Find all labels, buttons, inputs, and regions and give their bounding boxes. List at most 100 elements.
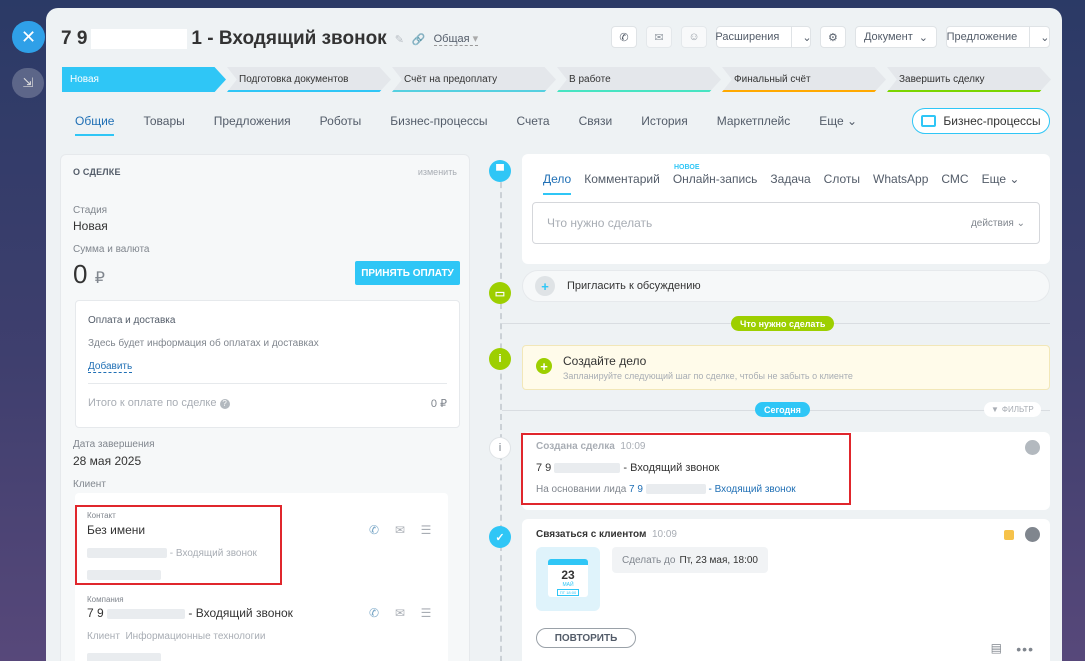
- create-task-subtitle: Запланируйте следующий шаг по сделке, чт…: [563, 371, 853, 381]
- avatar[interactable]: [1025, 440, 1040, 455]
- stage-value: Новая: [73, 219, 108, 233]
- stage-in-progress[interactable]: В работе: [557, 67, 721, 92]
- redacted-number: [91, 29, 188, 49]
- timeline-line: [500, 172, 502, 661]
- tab-history[interactable]: История: [641, 114, 688, 128]
- add-payment-link[interactable]: Добавить: [88, 361, 133, 373]
- editor-tab-more[interactable]: Еще ⌄: [982, 172, 1020, 186]
- client-label: Клиент: [73, 479, 106, 490]
- tab-offers[interactable]: Предложения: [214, 114, 291, 128]
- today-pill: Сегодня: [755, 402, 810, 417]
- close-slider-button[interactable]: ✕: [12, 21, 45, 53]
- tab-robots[interactable]: Роботы: [320, 114, 362, 128]
- deal-window: 7 9 1 - Входящий звонок ✎ 🔗 Общая ✆ ✉ ☺ …: [46, 8, 1062, 661]
- chat-icon[interactable]: ☰: [419, 523, 433, 537]
- about-deal-header: О СДЕЛКЕ: [73, 167, 121, 177]
- phone-icon: ✆: [619, 31, 629, 44]
- chevron-down-icon: ⌄: [1009, 172, 1020, 186]
- company-label: Компания: [87, 595, 124, 604]
- offer-dropdown[interactable]: Предложение ⌄: [946, 26, 1050, 48]
- company-type: Клиент Информационные технологии: [87, 631, 266, 642]
- tab-more[interactable]: Еще ⌄: [819, 114, 857, 128]
- timeline-info-icon: i: [489, 437, 511, 459]
- repeat-button[interactable]: ПОВТОРИТЬ: [536, 628, 636, 648]
- mail-icon[interactable]: ✉: [393, 606, 407, 620]
- total-label: Итого к оплате по сделке ?: [88, 397, 230, 409]
- accept-payment-button[interactable]: ПРИНЯТЬ ОПЛАТУ: [355, 261, 460, 285]
- avatar[interactable]: [1025, 527, 1040, 542]
- filter-button[interactable]: ▼ ФИЛЬТР: [984, 402, 1041, 417]
- stage-doc-prep[interactable]: Подготовка документов: [227, 67, 391, 92]
- tab-products[interactable]: Товары: [143, 114, 184, 128]
- task-input[interactable]: Что нужно сделать действия ⌄: [532, 202, 1040, 244]
- chat-button[interactable]: ☺: [680, 26, 707, 48]
- chat-icon: ☺: [688, 31, 700, 43]
- deadline-field[interactable]: Сделать до Пт, 23 мая, 18:00: [612, 547, 768, 573]
- editor-tab-todo[interactable]: Задача: [770, 172, 810, 186]
- settings-button[interactable]: ⚙: [819, 26, 846, 48]
- editor-tab-comment[interactable]: Комментарий: [584, 172, 660, 186]
- link-icon[interactable]: 🔗: [412, 33, 426, 46]
- todo-pill: Что нужно сделать: [731, 316, 835, 331]
- tab-marketplace[interactable]: Маркетплейс: [717, 114, 791, 128]
- timeline-comment-icon: ▭: [489, 282, 511, 304]
- close-date-value: 28 мая 2025: [73, 454, 142, 468]
- timeline-check-icon: ✓: [489, 526, 511, 548]
- chevron-down-icon: ⌄: [918, 31, 928, 44]
- tab-invoices[interactable]: Счета: [517, 114, 550, 128]
- timeline-edit-icon: ▀: [489, 160, 511, 182]
- note-icon[interactable]: ▤: [991, 641, 1002, 655]
- timeline-info-icon: i: [489, 348, 511, 370]
- tab-business-processes[interactable]: Бизнес-процессы: [390, 114, 487, 128]
- invite-discussion[interactable]: + Пригласить к обсуждению: [522, 270, 1050, 302]
- editor-tab-whatsapp[interactable]: WhatsApp: [873, 172, 928, 186]
- create-task-title: Создайте дело: [563, 354, 647, 368]
- business-processes-button[interactable]: Бизнес-процессы: [912, 108, 1050, 134]
- contact-client-task: Связаться с клиентом 10:09 23 МАЙ ПТ 18:…: [522, 519, 1050, 661]
- chat-icon[interactable]: ☰: [419, 606, 433, 620]
- minimize-slider-button[interactable]: ⇲: [12, 68, 44, 98]
- editor-tabs: Дело Комментарий Онлайн-запись Задача Сл…: [543, 172, 1020, 195]
- editor-tab-task[interactable]: Дело: [543, 172, 572, 195]
- stage-prepay-invoice[interactable]: Счёт на предоплату: [392, 67, 556, 92]
- workflow-icon: [921, 115, 937, 127]
- create-task-block[interactable]: + Создайте дело Запланируйте следующий ш…: [522, 345, 1050, 390]
- filter-icon: ▼: [991, 405, 999, 414]
- edit-about-link[interactable]: изменить: [418, 167, 457, 177]
- editor-tab-sms[interactable]: СМС: [941, 172, 968, 186]
- payment-info: Здесь будет информация об оплатах и дост…: [88, 338, 319, 349]
- chevron-down-icon: ⌄: [847, 114, 858, 128]
- stage-bar: Новая Подготовка документов Счёт на пред…: [62, 67, 1052, 92]
- document-dropdown[interactable]: Документ ⌄: [854, 26, 937, 48]
- mail-button[interactable]: ✉: [645, 26, 672, 48]
- more-icon[interactable]: •••: [1016, 641, 1034, 657]
- stage-new[interactable]: Новая: [62, 67, 226, 92]
- gear-icon: ⚙: [828, 31, 838, 44]
- editor-tab-booking[interactable]: Онлайн-запись: [673, 172, 758, 186]
- extensions-dropdown[interactable]: Расширения ⌄: [715, 26, 812, 48]
- deal-tabs: Общие Товары Предложения Роботы Бизнес-п…: [75, 114, 857, 136]
- actions-dropdown[interactable]: действия ⌄: [971, 218, 1025, 229]
- phone-icon[interactable]: ✆: [367, 606, 381, 620]
- highlight-created-deal: [521, 433, 851, 505]
- phone-button[interactable]: ✆: [610, 26, 637, 48]
- tab-links[interactable]: Связи: [579, 114, 613, 128]
- close-date-label: Дата завершения: [73, 439, 155, 450]
- close-icon: ✕: [20, 26, 37, 47]
- task-title: Связаться с клиентом 10:09: [536, 529, 677, 540]
- color-marker-icon[interactable]: [1004, 530, 1014, 540]
- deal-group-select[interactable]: Общая: [433, 32, 479, 46]
- tab-general[interactable]: Общие: [75, 114, 115, 136]
- phone-icon[interactable]: ✆: [367, 523, 381, 537]
- mail-icon[interactable]: ✉: [393, 523, 407, 537]
- stage-final-invoice[interactable]: Финальный счёт: [722, 67, 886, 92]
- stage-close-deal[interactable]: Завершить сделку: [887, 67, 1051, 92]
- editor-tab-slots[interactable]: Слоты: [824, 172, 860, 186]
- payment-delivery-block: Оплата и доставка Здесь будет информация…: [75, 300, 460, 428]
- edit-title-icon[interactable]: ✎: [395, 33, 404, 46]
- calendar-icon: 23 МАЙ ПТ 18:00: [536, 547, 600, 611]
- sum-label: Сумма и валюта: [73, 244, 150, 255]
- help-icon[interactable]: ?: [219, 399, 230, 409]
- payment-title: Оплата и доставка: [88, 315, 176, 326]
- company-name[interactable]: 7 9 - Входящий звонок: [87, 606, 293, 620]
